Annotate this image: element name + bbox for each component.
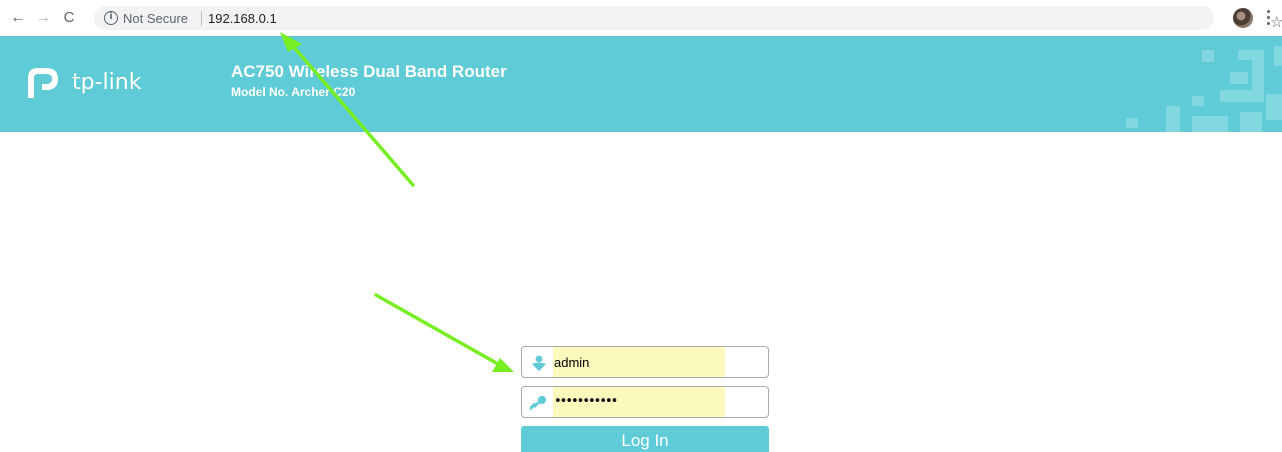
key-icon [530, 396, 546, 411]
product-name: AC750 Wireless Dual Band Router [231, 62, 507, 81]
address-bar[interactable]: i Not Secure 192.168.0.1 ⊶ ☆ [94, 6, 1282, 31]
router-header: tp-link AC750 Wireless Dual Band Router … [0, 36, 1282, 132]
menu-icon[interactable] [1265, 8, 1271, 28]
password-value[interactable]: ••••••••••• [554, 394, 618, 409]
url-text[interactable]: 192.168.0.1 [208, 11, 277, 26]
tp-link-logo-mark [28, 68, 58, 98]
reload-icon[interactable]: C [60, 9, 78, 27]
address-separator [201, 11, 202, 26]
login-button[interactable]: Log In [521, 426, 769, 452]
password-field[interactable]: ••••••••••• [521, 386, 769, 418]
model-number: Model No. Archer C20 [231, 85, 356, 99]
tp-link-logo: tp-link [24, 64, 154, 100]
page: ← → C i Not Secure 192.168.0.1 ⊶ ☆ tp-li… [0, 0, 1282, 452]
profile-avatar[interactable] [1233, 8, 1253, 28]
arrow-to-login-head [492, 358, 514, 372]
info-icon[interactable]: i [104, 11, 118, 25]
security-label[interactable]: Not Secure [123, 11, 188, 26]
browser-toolbar: ← → C i Not Secure 192.168.0.1 ⊶ ☆ [0, 0, 1282, 36]
star-icon[interactable]: ☆ [1270, 13, 1282, 31]
username-field[interactable]: admin [521, 346, 769, 378]
username-value[interactable]: admin [554, 355, 589, 370]
user-icon [532, 355, 546, 371]
header-pattern [1126, 46, 1282, 132]
brand-wordmark: tp-link [72, 70, 142, 95]
arrow-to-login [374, 293, 500, 366]
back-arrow-icon[interactable]: ← [9, 9, 27, 27]
forward-arrow-icon[interactable]: → [34, 9, 52, 27]
